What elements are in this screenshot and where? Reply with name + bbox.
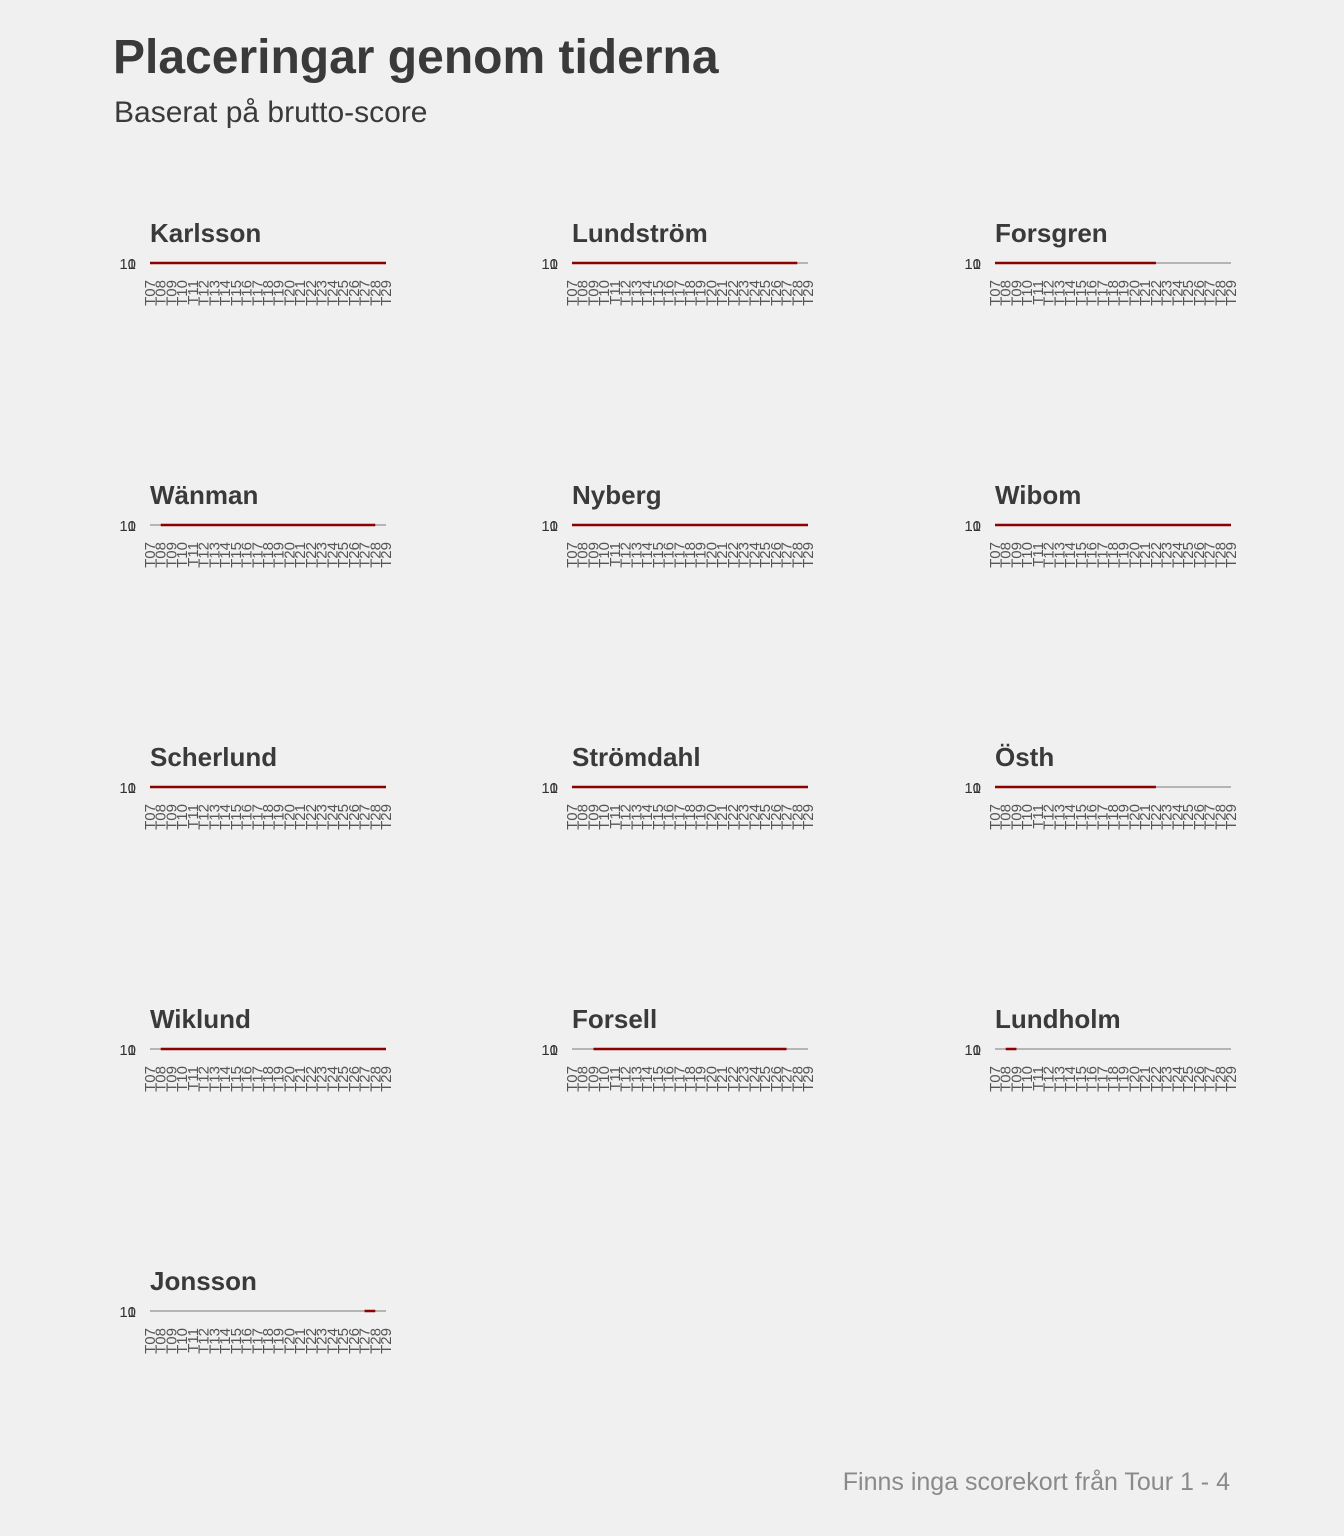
- x-tick-label: T29: [1223, 804, 1240, 830]
- facet-title: Nyberg: [572, 480, 662, 510]
- x-tick-label: T29: [378, 542, 395, 568]
- x-tick-label: T29: [378, 804, 395, 830]
- x-tick-label: T29: [800, 1066, 817, 1092]
- y-tick-label: 1: [973, 780, 981, 797]
- x-tick-label: T29: [378, 280, 395, 306]
- facet-title: Forsell: [572, 1004, 657, 1034]
- facet-title: Strömdahl: [572, 742, 701, 772]
- y-tick-label: 1: [550, 1042, 558, 1059]
- x-tick-label: T29: [800, 280, 817, 306]
- facet-title: Lundholm: [995, 1004, 1121, 1034]
- x-tick-label: T29: [800, 542, 817, 568]
- chart-caption: Finns inga scorekort från Tour 1 - 4: [842, 1468, 1230, 1496]
- x-tick-label: T29: [1223, 280, 1240, 306]
- x-tick-label: T29: [1223, 542, 1240, 568]
- y-tick-label: 1: [128, 780, 136, 797]
- x-tick-label: T29: [1223, 1066, 1240, 1092]
- facet-title: Östh: [995, 742, 1054, 772]
- facet-title: Scherlund: [150, 742, 277, 772]
- y-tick-label: 1: [128, 1304, 136, 1321]
- facet-title: Lundström: [572, 218, 708, 248]
- y-tick-label: 1: [128, 518, 136, 535]
- x-tick-label: T29: [800, 804, 817, 830]
- facet-title: Karlsson: [150, 218, 261, 248]
- facet-title: Jonsson: [150, 1266, 257, 1296]
- x-tick-label: T29: [378, 1066, 395, 1092]
- facet-grid: Karlsson101T07T08T09T10T11T12T13T14T15T1…: [119, 218, 1240, 1354]
- y-tick-label: 1: [550, 780, 558, 797]
- y-tick-label: 1: [973, 518, 981, 535]
- y-tick-label: 1: [128, 256, 136, 273]
- y-tick-label: 1: [550, 518, 558, 535]
- x-tick-label: T29: [378, 1328, 395, 1354]
- facet-title: Forsgren: [995, 218, 1108, 248]
- y-tick-label: 1: [973, 1042, 981, 1059]
- y-tick-label: 1: [128, 1042, 136, 1059]
- y-tick-label: 1: [973, 256, 981, 273]
- facet-title: Wiklund: [150, 1004, 251, 1034]
- y-tick-label: 1: [550, 256, 558, 273]
- facet-title: Wibom: [995, 480, 1081, 510]
- facet-title: Wänman: [150, 480, 258, 510]
